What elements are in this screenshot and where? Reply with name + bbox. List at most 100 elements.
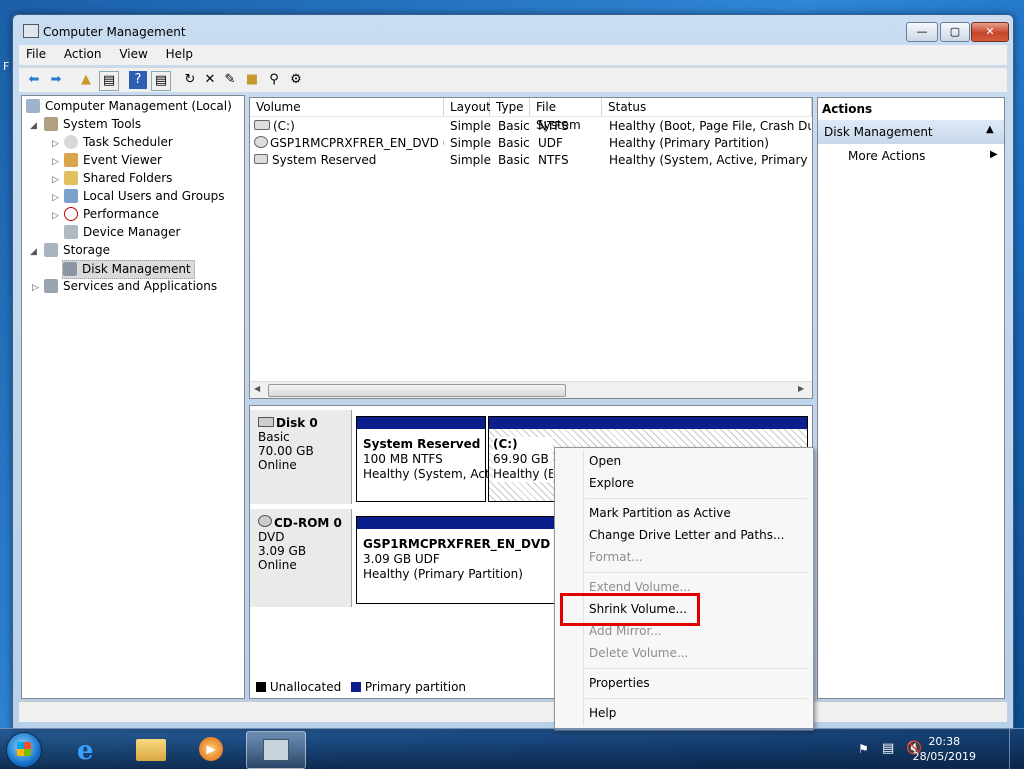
table-cell: Healthy (Primary Partition) — [609, 136, 769, 150]
shared-folder-icon — [64, 171, 78, 185]
tree-disk-management[interactable]: Disk Management — [62, 260, 195, 279]
column-type[interactable]: Type — [490, 98, 530, 116]
taskbar-internet-explorer[interactable]: e — [62, 731, 120, 767]
tree-device-manager[interactable]: Device Manager — [64, 224, 180, 241]
clock-icon — [64, 135, 78, 149]
window-title: Computer Management — [43, 25, 186, 39]
computer-icon — [26, 99, 40, 113]
expand-icon[interactable]: ▷ — [52, 193, 59, 203]
tree-computer-management[interactable]: Computer Management (Local) — [26, 98, 232, 115]
tree-performance[interactable]: Performance — [64, 206, 159, 223]
windows-logo-icon — [17, 742, 31, 756]
collapse-icon[interactable]: ◢ — [30, 247, 37, 257]
expand-icon[interactable]: ▷ — [52, 211, 59, 221]
clock-date: 28/05/2019 — [912, 750, 976, 763]
tree-shared-folders[interactable]: Shared Folders — [64, 170, 172, 187]
expand-icon[interactable]: ▷ — [32, 283, 39, 293]
table-cell: Basic — [498, 153, 530, 167]
menu-item-delete-volume[interactable]: Delete Volume... — [589, 642, 688, 664]
menu-action[interactable]: Action — [57, 45, 109, 63]
menu-help[interactable]: Help — [159, 45, 200, 63]
taskbar-clock[interactable]: 20:38 28/05/2019 — [913, 734, 976, 764]
primary-swatch — [351, 682, 362, 692]
taskbar-explorer[interactable] — [122, 731, 180, 767]
show-hide-tree-icon[interactable]: ▤ — [99, 71, 119, 91]
menu-item-format[interactable]: Format... — [589, 546, 643, 568]
action-center-flag-icon[interactable]: ⚑ — [858, 742, 869, 756]
horizontal-scrollbar[interactable]: ◀ ▶ — [250, 381, 812, 398]
column-volume[interactable]: Volume — [250, 98, 444, 116]
taskbar-computer-management[interactable] — [246, 731, 306, 769]
device-manager-icon — [64, 225, 78, 239]
tree-task-scheduler[interactable]: Task Scheduler — [64, 134, 173, 151]
properties-icon[interactable]: ✎ — [221, 71, 239, 89]
scroll-left-icon[interactable]: ◀ — [254, 384, 260, 393]
table-row-volume[interactable]: GSP1RMCPRXFRER_EN_DVD (D:) — [254, 135, 444, 152]
dvd-icon — [254, 136, 268, 148]
status-bar — [19, 701, 1007, 722]
actions-section-disk-management[interactable]: Disk Management ▲ — [818, 120, 1004, 144]
maximize-button[interactable]: ▢ — [940, 22, 970, 42]
minimize-button[interactable]: — — [906, 22, 938, 42]
help-icon[interactable]: ? — [129, 71, 147, 89]
table-cell: UDF — [538, 136, 563, 150]
menu-item-open[interactable]: Open — [589, 450, 621, 472]
tree-storage[interactable]: Storage — [44, 242, 110, 259]
disk0-label[interactable]: Disk 0 Basic 70.00 GB Online — [250, 410, 352, 504]
table-cell: NTFS — [538, 153, 569, 167]
tree-event-viewer[interactable]: Event Viewer — [64, 152, 162, 169]
menu-item-properties[interactable]: Properties — [589, 672, 650, 694]
refresh-icon[interactable]: ↻ — [181, 71, 199, 89]
network-icon[interactable]: ▤ — [882, 741, 894, 756]
partition-system-reserved[interactable]: System Reserved 100 MB NTFS Healthy (Sys… — [356, 416, 500, 502]
drive-icon — [254, 154, 268, 164]
scrollbar-thumb[interactable] — [268, 384, 566, 397]
column-status[interactable]: Status — [602, 98, 812, 116]
expand-icon[interactable]: ▷ — [52, 157, 59, 167]
search-icon[interactable]: ⚲ — [265, 71, 283, 89]
back-icon[interactable]: ⬅ — [25, 71, 43, 89]
tree-services-applications[interactable]: Services and Applications — [44, 278, 217, 295]
disk-icon — [258, 417, 274, 427]
disk-size: 3.09 GB — [258, 544, 307, 558]
settings-icon[interactable]: ⚙ — [287, 71, 305, 89]
menu-view[interactable]: View — [112, 45, 154, 63]
computer-management-window: Computer Management — ▢ ✕ File Action Vi… — [12, 14, 1014, 730]
partition-size: 3.09 GB UDF — [363, 552, 440, 566]
column-file-system[interactable]: File System — [530, 98, 602, 132]
open-folder-icon[interactable]: ■ — [243, 71, 261, 89]
expand-icon[interactable]: ▷ — [52, 139, 59, 149]
menu-item-help[interactable]: Help — [589, 702, 616, 724]
show-desktop-button[interactable] — [1009, 729, 1024, 769]
tree-local-users-groups[interactable]: Local Users and Groups — [64, 188, 225, 205]
scroll-right-icon[interactable]: ▶ — [798, 384, 804, 393]
title-bar[interactable]: Computer Management — ▢ ✕ — [13, 15, 1013, 43]
table-row-volume[interactable]: (C:) — [254, 118, 442, 135]
partition-size: 69.90 GB NTF — [493, 452, 553, 466]
table-row-volume[interactable]: System Reserved — [254, 152, 444, 169]
menu-item-explore[interactable]: Explore — [589, 472, 634, 494]
collapse-icon[interactable]: ◢ — [30, 121, 37, 131]
close-button[interactable]: ✕ — [971, 22, 1009, 42]
up-folder-icon[interactable]: ▲ — [77, 71, 95, 89]
actions-more-actions[interactable]: More Actions ▶ — [818, 146, 1004, 166]
context-menu: Open Explore Mark Partition as Active Ch… — [554, 447, 814, 731]
collapse-up-icon[interactable]: ▲ — [986, 124, 994, 135]
menu-file[interactable]: File — [19, 45, 53, 63]
show-hide-action-pane-icon[interactable]: ▤ — [151, 71, 171, 91]
forward-icon[interactable]: ➡ — [47, 71, 65, 89]
clock-time: 20:38 — [928, 735, 961, 748]
column-layout[interactable]: Layout — [444, 98, 491, 116]
delete-icon[interactable]: ✕ — [201, 71, 219, 89]
table-cell: Simple — [450, 136, 491, 150]
partition-name: GSP1RMCPRXFRER_EN_DVD (D:) — [363, 537, 581, 551]
menu-item-mark-active[interactable]: Mark Partition as Active — [589, 502, 731, 524]
tree-system-tools[interactable]: System Tools — [44, 116, 141, 133]
taskbar-media-player[interactable]: ▶ — [182, 731, 240, 767]
cdrom0-label[interactable]: CD-ROM 0 DVD 3.09 GB Online — [250, 509, 352, 607]
menu-item-change-drive-letter[interactable]: Change Drive Letter and Paths... — [589, 524, 784, 546]
primary-partition-bar — [357, 417, 485, 429]
expand-icon[interactable]: ▷ — [52, 175, 59, 185]
disk-state: Online — [258, 458, 297, 472]
start-button[interactable] — [6, 732, 42, 768]
